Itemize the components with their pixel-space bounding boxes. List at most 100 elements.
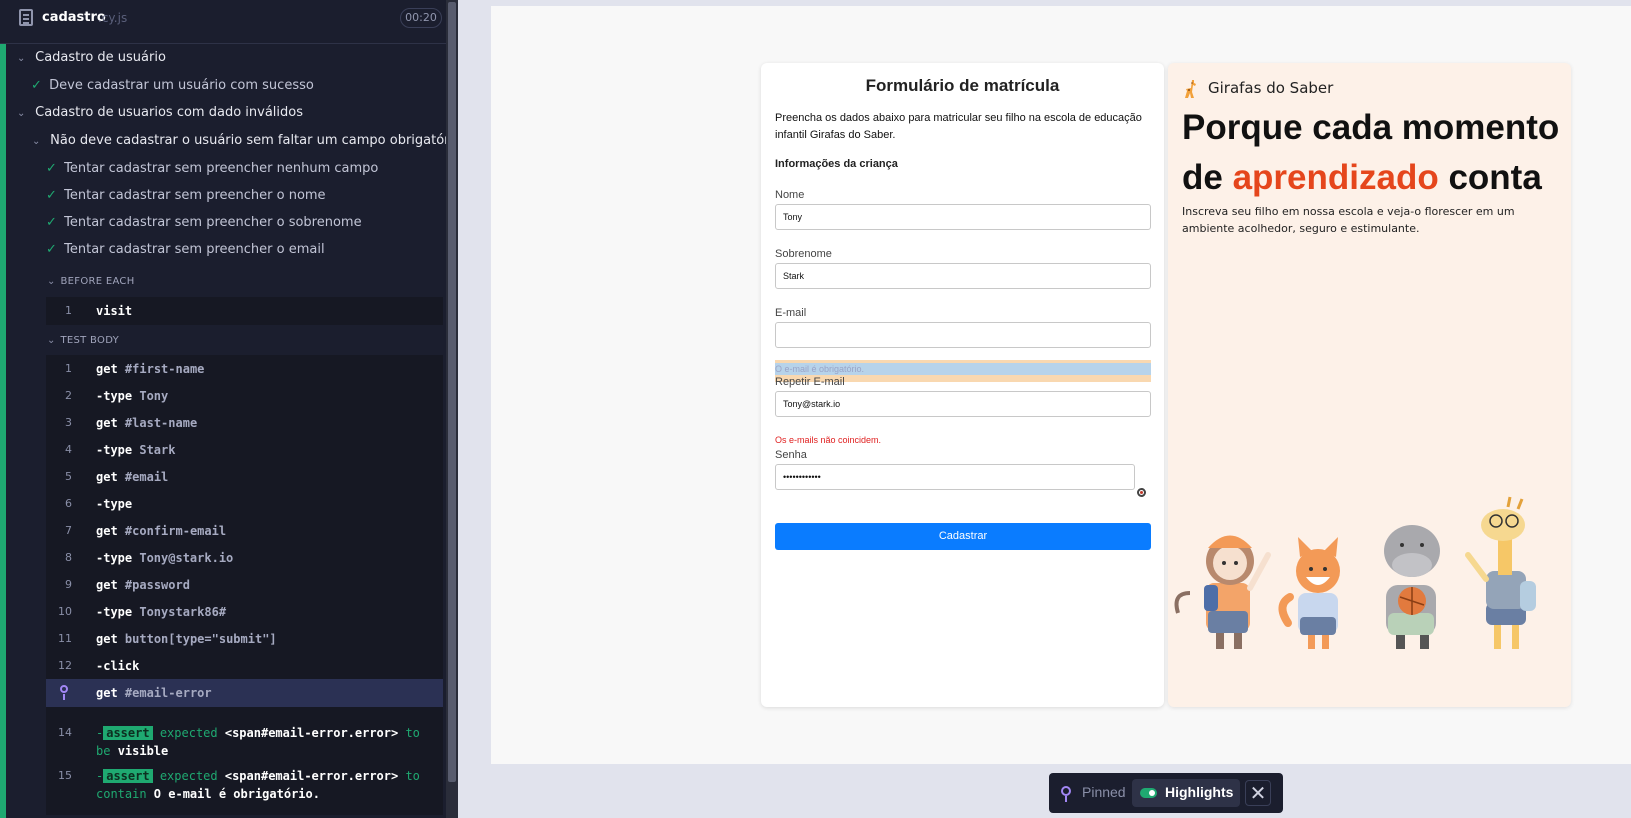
check-icon: ✓ <box>46 188 57 203</box>
toggle-icon[interactable] <box>1140 788 1157 798</box>
section-heading: Informações da criança <box>775 158 898 170</box>
command-arg: Tonystark86# <box>139 605 227 619</box>
assert-expected: expected <box>152 769 225 783</box>
form-intro: Preencha os dados abaixo para matricular… <box>775 112 1142 141</box>
command-arg: #first-name <box>124 362 205 376</box>
hook-label: TEST BODY <box>60 335 120 346</box>
assert-row[interactable]: 15 - assert expected <span#email-error.er… <box>46 761 443 805</box>
confirm-email-input[interactable]: Tony@stark.io <box>775 391 1151 417</box>
assert-subject: <span#email-error.error> <box>224 769 399 783</box>
suite-row[interactable]: ⌄ Cadastro de usuário <box>17 46 166 70</box>
command-keyword: -type <box>96 551 133 565</box>
last-name-label: Sobrenome <box>775 248 832 260</box>
command-row[interactable]: 1 visit <box>46 297 443 325</box>
command-name: get #email-error <box>96 679 212 707</box>
command-number: 7 <box>65 524 72 537</box>
pinned-command-row[interactable]: get #email-error <box>46 679 443 707</box>
test-row[interactable]: ✓ Tentar cadastrar sem preencher nenhum … <box>46 157 378 181</box>
chevron-down-icon: ⌄ <box>47 335 56 346</box>
command-name: -type Tony@stark.io <box>96 544 233 572</box>
suite-row[interactable]: ⌄ Cadastro de usuarios com dado inválido… <box>17 101 303 125</box>
cypress-runner-panel: cadastro .cy.js 00:20 ⌄ Cadastro de usuá… <box>0 0 458 818</box>
hero-panel: Girafas do Saber Porque cada momento de … <box>1168 63 1571 707</box>
test-row[interactable]: ✓ Tentar cadastrar sem preencher o nome <box>46 184 326 208</box>
highlights-toggle[interactable]: Highlights <box>1132 779 1240 807</box>
command-number: 14 <box>58 726 72 739</box>
spec-name[interactable]: cadastro <box>42 10 106 25</box>
command-name: -type Tonystark86# <box>96 598 226 626</box>
command-keyword: -type <box>96 443 133 457</box>
last-name-input[interactable]: Stark <box>775 263 1151 289</box>
command-arg: Stark <box>139 443 176 457</box>
assert-text: - assert expected <span#email-error.error… <box>96 724 436 760</box>
assert-row[interactable]: 14 - assert expected <span#email-error.er… <box>46 718 443 762</box>
first-name-input[interactable]: Tony <box>775 204 1151 230</box>
enrollment-form-card: Formulário de matrícula Preencha os dado… <box>761 63 1164 707</box>
duration-badge: 00:20 <box>400 8 442 28</box>
test-title: Tentar cadastrar sem preencher o nome <box>64 188 326 203</box>
submit-button[interactable]: Cadastrar <box>775 523 1151 550</box>
command-number: 11 <box>58 632 72 645</box>
headline-accent: aprendizado <box>1232 158 1439 197</box>
command-row[interactable]: 4 -type Stark <box>46 436 443 464</box>
chevron-down-icon: ⌄ <box>17 53 26 64</box>
test-row[interactable]: ✓ Deve cadastrar um usuário com sucesso <box>31 74 314 98</box>
command-row[interactable]: 9 get #password <box>46 571 443 599</box>
check-icon: ✓ <box>46 161 57 176</box>
command-arg: Tony <box>139 389 169 403</box>
command-row[interactable]: 1 get #first-name <box>46 355 443 383</box>
command-number: 6 <box>65 497 72 510</box>
test-row[interactable]: ✓ Tentar cadastrar sem preencher o email <box>46 238 325 262</box>
password-input[interactable]: •••••••••••• <box>775 464 1135 490</box>
command-number: 4 <box>65 443 72 456</box>
command-keyword: get <box>96 632 118 646</box>
command-keyword: -click <box>96 659 140 673</box>
command-row[interactable]: 5 get #email <box>46 463 443 491</box>
hook-before-each[interactable]: ⌄ BEFORE EACH <box>47 276 135 287</box>
pass-status-bar <box>0 44 6 818</box>
command-name: get button[type="submit"] <box>96 625 277 653</box>
command-row[interactable]: 12 -click <box>46 652 443 680</box>
command-name: get #email <box>96 463 168 491</box>
lion-illustration <box>1174 535 1271 649</box>
command-name: get #last-name <box>96 409 197 437</box>
eye-icon[interactable] <box>1137 488 1146 497</box>
giraffe-logo-icon <box>1185 80 1196 98</box>
test-row[interactable]: ✓ Tentar cadastrar sem preencher o sobre… <box>46 211 362 235</box>
suite-title: Cadastro de usuarios com dado inválidos <box>35 105 303 120</box>
command-number: 1 <box>65 362 72 375</box>
assert-value: O e-mail é obrigatório. <box>153 787 320 801</box>
command-row[interactable]: 8 -type Tony@stark.io <box>46 544 443 572</box>
command-name: -type Tony <box>96 382 168 410</box>
command-keyword: get <box>96 686 118 700</box>
scrollbar-thumb[interactable] <box>448 2 456 782</box>
command-name: get #confirm-email <box>96 517 226 545</box>
highlights-label: Highlights <box>1165 784 1234 800</box>
fox-illustration <box>1278 537 1340 649</box>
command-keyword: get <box>96 524 118 538</box>
command-row[interactable]: 2 -type Tony <box>46 382 443 410</box>
email-input[interactable] <box>775 322 1151 348</box>
command-name: -type <box>96 490 132 518</box>
command-row[interactable]: 6 -type <box>46 490 443 518</box>
close-icon[interactable]: ✕ <box>1245 780 1271 806</box>
hook-test-body[interactable]: ⌄ TEST BODY <box>47 335 119 346</box>
command-arg: Tony@stark.io <box>139 551 234 565</box>
command-row[interactable]: 3 get #last-name <box>46 409 443 437</box>
command-keyword: -type <box>96 605 133 619</box>
command-keyword: get <box>96 416 118 430</box>
form-title: Formulário de matrícula <box>865 76 1060 95</box>
command-name: -type Stark <box>96 436 175 464</box>
command-row[interactable]: 7 get #confirm-email <box>46 517 443 545</box>
runner-scrollbar[interactable] <box>446 0 458 818</box>
command-row[interactable]: 11 get button[type="submit"] <box>46 625 443 653</box>
command-number: 15 <box>58 769 72 782</box>
chevron-down-icon: ⌄ <box>47 276 56 287</box>
pinned-label: Pinned <box>1082 784 1126 800</box>
command-arg: #password <box>124 578 190 592</box>
suite-title: Não deve cadastrar o usuário sem faltar … <box>50 133 458 148</box>
command-number: 9 <box>65 578 72 591</box>
test-title: Tentar cadastrar sem preencher nenhum ca… <box>64 161 379 176</box>
command-row[interactable]: 10 -type Tonystark86# <box>46 598 443 626</box>
suite-row[interactable]: ⌄ Não deve cadastrar o usuário sem falta… <box>32 129 458 153</box>
